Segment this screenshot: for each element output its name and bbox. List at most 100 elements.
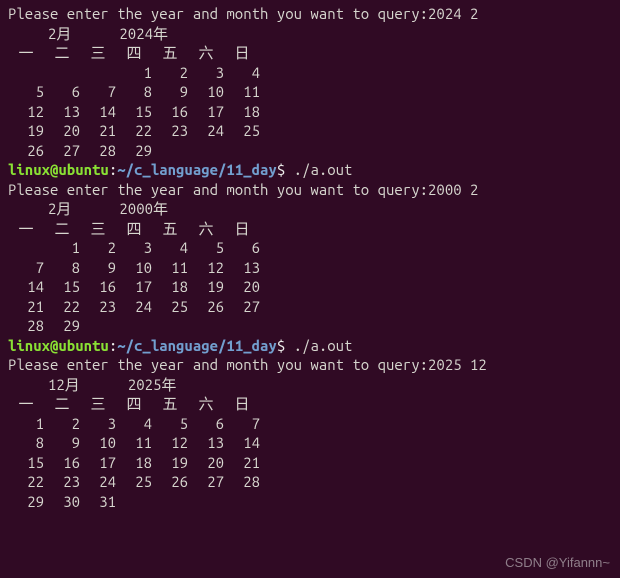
day: 17 <box>116 277 152 297</box>
day: 19 <box>188 277 224 297</box>
day: 12 <box>188 258 224 278</box>
day <box>44 63 80 83</box>
cal3-month: 12月 <box>48 376 80 393</box>
day <box>152 492 188 512</box>
day: 6 <box>224 238 260 258</box>
weekday: 三 <box>80 43 116 63</box>
cal1-row: 1234 <box>8 63 612 83</box>
colon: : <box>109 337 117 354</box>
weekday: 一 <box>8 219 44 239</box>
day: 17 <box>188 102 224 122</box>
day: 16 <box>80 277 116 297</box>
prompt-input: 2024 2 <box>428 5 478 22</box>
cal1-year: 2024年 <box>119 25 168 42</box>
cal2-row: 14151617181920 <box>8 277 612 297</box>
day: 13 <box>188 433 224 453</box>
day: 12 <box>8 102 44 122</box>
day: 3 <box>188 63 224 83</box>
day: 29 <box>44 316 80 336</box>
day: 20 <box>188 453 224 473</box>
cal3-row: 891011121314 <box>8 433 612 453</box>
weekday: 六 <box>188 394 224 414</box>
day: 13 <box>44 102 80 122</box>
day: 11 <box>116 433 152 453</box>
day: 10 <box>116 258 152 278</box>
day: 15 <box>8 453 44 473</box>
cal2-row: 78910111213 <box>8 258 612 278</box>
dollar: $ <box>277 161 294 178</box>
cal1-header: 一 二 三 四 五 六 日 <box>8 43 612 63</box>
day: 24 <box>116 297 152 317</box>
day: 20 <box>44 121 80 141</box>
day: 28 <box>224 472 260 492</box>
day: 24 <box>80 472 116 492</box>
colon: : <box>109 161 117 178</box>
day: 18 <box>152 277 188 297</box>
day: 4 <box>224 63 260 83</box>
cal3-header: 一 二 三 四 五 六 日 <box>8 394 612 414</box>
cal3-row: 22232425262728 <box>8 472 612 492</box>
userhost: linux@ubuntu <box>8 337 109 354</box>
day: 13 <box>224 258 260 278</box>
day: 28 <box>80 141 116 161</box>
weekday: 三 <box>80 219 116 239</box>
day: 23 <box>152 121 188 141</box>
day: 29 <box>116 141 152 161</box>
day: 6 <box>44 82 80 102</box>
day <box>80 316 116 336</box>
day: 9 <box>152 82 188 102</box>
prompt-line-2: Please enter the year and month you want… <box>8 180 612 200</box>
prompt-line-3: Please enter the year and month you want… <box>8 355 612 375</box>
prompt-input: 2025 12 <box>428 356 487 373</box>
weekday: 五 <box>152 43 188 63</box>
day: 27 <box>224 297 260 317</box>
day: 31 <box>80 492 116 512</box>
cmd: ./a.out <box>294 337 353 354</box>
day <box>80 63 116 83</box>
day: 26 <box>8 141 44 161</box>
day <box>188 141 224 161</box>
day: 17 <box>80 453 116 473</box>
day: 14 <box>8 277 44 297</box>
day: 22 <box>8 472 44 492</box>
weekday: 日 <box>224 219 260 239</box>
day <box>8 63 44 83</box>
day <box>224 141 260 161</box>
day <box>224 316 260 336</box>
weekday: 四 <box>116 43 152 63</box>
day: 10 <box>80 433 116 453</box>
day: 11 <box>224 82 260 102</box>
shell-prompt-2[interactable]: linux@ubuntu:~/c_language/11_day$ ./a.ou… <box>8 336 612 356</box>
weekday: 五 <box>152 219 188 239</box>
day: 24 <box>188 121 224 141</box>
day: 3 <box>80 414 116 434</box>
cal2-row: 2829 <box>8 316 612 336</box>
day: 22 <box>44 297 80 317</box>
day: 7 <box>224 414 260 434</box>
watermark: CSDN @Yifannn~ <box>505 555 610 572</box>
cal2-month: 2月 <box>48 200 71 217</box>
cal1-month: 2月 <box>48 25 71 42</box>
day: 3 <box>116 238 152 258</box>
cal3-title: 12月2025年 <box>8 375 612 395</box>
cal1-row: 26272829 <box>8 141 612 161</box>
day <box>152 316 188 336</box>
day: 10 <box>188 82 224 102</box>
cmd: ./a.out <box>294 161 353 178</box>
weekday: 五 <box>152 394 188 414</box>
weekday: 六 <box>188 43 224 63</box>
day: 16 <box>152 102 188 122</box>
weekday: 日 <box>224 43 260 63</box>
day <box>188 492 224 512</box>
day: 21 <box>224 453 260 473</box>
day: 5 <box>8 82 44 102</box>
day: 9 <box>44 433 80 453</box>
weekday: 日 <box>224 394 260 414</box>
shell-prompt-1[interactable]: linux@ubuntu:~/c_language/11_day$ ./a.ou… <box>8 160 612 180</box>
day: 5 <box>152 414 188 434</box>
weekday: 六 <box>188 219 224 239</box>
day: 8 <box>8 433 44 453</box>
day: 15 <box>44 277 80 297</box>
day: 15 <box>116 102 152 122</box>
dollar: $ <box>277 337 294 354</box>
